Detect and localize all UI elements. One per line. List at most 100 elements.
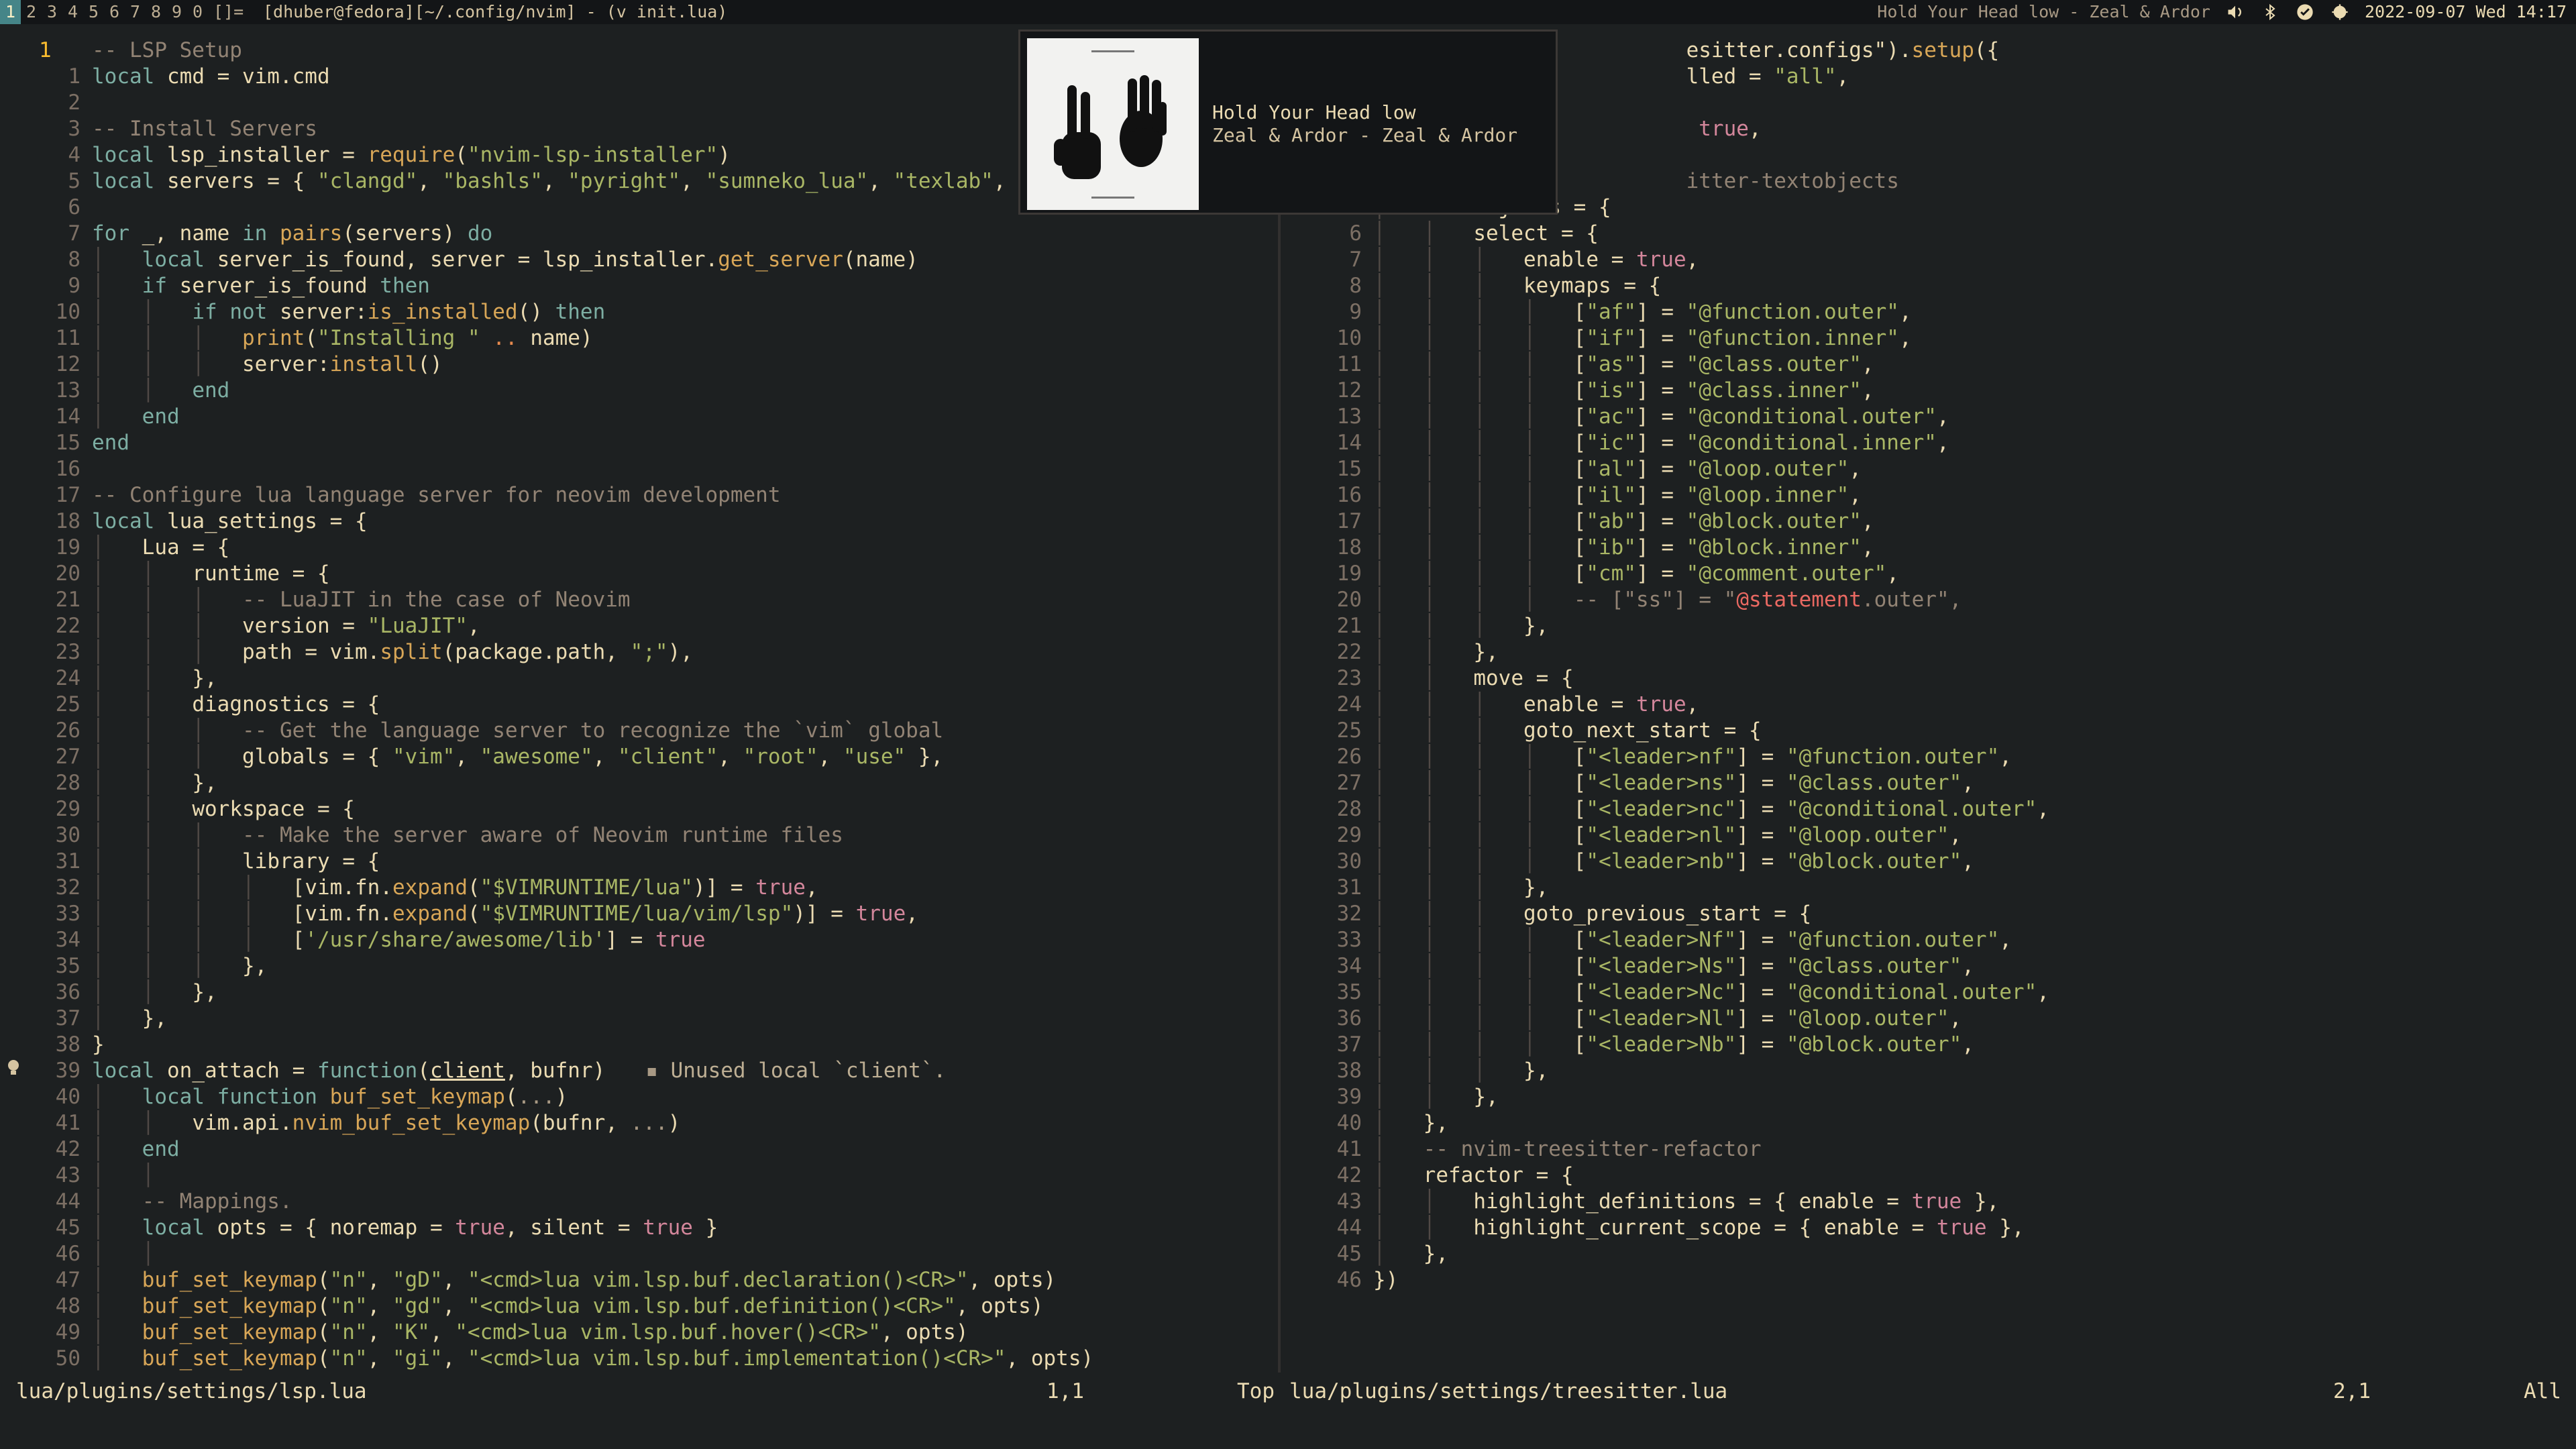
code-line[interactable]: 44 │ │ highlight_current_scope = { enable…: [1281, 1215, 2576, 1241]
code-line[interactable]: 24 │ │ },: [0, 665, 1278, 692]
tag-7[interactable]: 7: [125, 0, 146, 24]
code-line[interactable]: 16: [0, 456, 1278, 482]
code-text[interactable]: │ │ },: [80, 979, 217, 1006]
code-text[interactable]: │ │ │ version = "LuaJIT",: [80, 613, 480, 639]
code-line[interactable]: 20 │ │ runtime = {: [0, 561, 1278, 587]
code-text[interactable]: │ │ │ goto_next_start = {: [1362, 718, 1762, 744]
code-text[interactable]: │ },: [1362, 1110, 1448, 1136]
code-line[interactable]: 26 │ │ │ │ ["<leader>nf"] = "@function.ou…: [1281, 744, 2576, 770]
media-notification[interactable]: Hold Your Head low Zeal & Ardor - Zeal &…: [1018, 30, 1558, 215]
code-line[interactable]: 43 │ │: [0, 1163, 1278, 1189]
code-text[interactable]: │ │ diagnostics = {: [80, 692, 380, 718]
code-line[interactable]: 15 │ │ │ │ ["al"] = "@loop.outer",: [1281, 456, 2576, 482]
code-text[interactable]: -- LSP Setup: [80, 38, 242, 64]
code-line[interactable]: 20 │ │ │ │ -- ["ss"] = "@statement.outer"…: [1281, 587, 2576, 613]
code-text[interactable]: │ │ },: [1362, 1084, 1499, 1110]
code-text[interactable]: │ -- nvim-treesitter-refactor: [1362, 1136, 1762, 1163]
code-line[interactable]: 35 │ │ │ },: [0, 953, 1278, 979]
code-text[interactable]: local servers = { "clangd", "bashls", "p…: [80, 168, 1006, 195]
code-line[interactable]: 44 │ -- Mappings.: [0, 1189, 1278, 1215]
editor-pane-left[interactable]: 1 -- LSP Setup 1 local cmd = vim.cmd 2 3 -- In…: [0, 38, 1278, 1373]
code-line[interactable]: 7 │ │ │ enable = true,: [1281, 247, 2576, 273]
code-text[interactable]: │ │ │ │ ["as"] = "@class.outer",: [1362, 352, 1874, 378]
code-text[interactable]: │ │ │ │ ["ic"] = "@conditional.inner",: [1362, 430, 1949, 456]
code-text[interactable]: │ │ │ │ ["<leader>Nc"] = "@conditional.o…: [1362, 979, 2049, 1006]
code-text[interactable]: │ │ runtime = {: [80, 561, 330, 587]
code-line[interactable]: 43 │ │ highlight_definitions = { enable =…: [1281, 1189, 2576, 1215]
code-text[interactable]: │ end: [80, 1136, 180, 1163]
code-text[interactable]: │ │ │ },: [80, 953, 267, 979]
code-text[interactable]: [80, 90, 92, 116]
code-line[interactable]: 10 │ │ │ │ ["if"] = "@function.inner",: [1281, 325, 2576, 352]
code-text[interactable]: │ │ │ },: [1362, 1058, 1548, 1084]
code-text[interactable]: │ │ │ │ ["<leader>nl"] = "@loop.outer",: [1362, 822, 1962, 849]
checkmark-icon[interactable]: [2295, 2, 2315, 22]
pane-splitter[interactable]: [1278, 38, 1281, 1373]
code-line[interactable]: 7 for _, name in pairs(servers) do: [0, 221, 1278, 247]
code-line[interactable]: 33 │ │ │ │ [vim.fn.expand("$VIMRUNTIME/lu…: [0, 901, 1278, 927]
code-line[interactable]: 35 │ │ │ │ ["<leader>Nc"] = "@conditional…: [1281, 979, 2576, 1006]
code-text[interactable]: │ │: [80, 1241, 154, 1267]
code-line[interactable]: 46}): [1281, 1267, 2576, 1293]
code-text[interactable]: │ │ │ keymaps = {: [1362, 273, 1661, 299]
tag-4[interactable]: 4: [62, 0, 83, 24]
code-line[interactable]: 39 │ │ },: [1281, 1084, 2576, 1110]
code-line[interactable]: 23 │ │ move = {: [1281, 665, 2576, 692]
code-line[interactable]: 36 │ │ },: [0, 979, 1278, 1006]
code-line[interactable]: 18 │ │ │ │ ["ib"] = "@block.inner",: [1281, 535, 2576, 561]
code-text[interactable]: │ │ │ │ ["<leader>nc"] = "@conditional.o…: [1362, 796, 2049, 822]
code-line[interactable]: 29 │ │ workspace = {: [0, 796, 1278, 822]
code-text[interactable]: │ │ │ │ ["<leader>Ns"] = "@class.outer",: [1362, 953, 1974, 979]
code-line[interactable]: 39 local on_attach = function(client, buf…: [0, 1058, 1278, 1084]
code-text[interactable]: │ │ │ -- LuaJIT in the case of Neovim: [80, 587, 631, 613]
code-text[interactable]: local cmd = vim.cmd: [80, 64, 330, 90]
code-line[interactable]: 45 │ },: [1281, 1241, 2576, 1267]
code-text[interactable]: │ local server_is_found, server = lsp_in…: [80, 247, 918, 273]
code-line[interactable]: 22 │ │ },: [1281, 639, 2576, 665]
code-line[interactable]: 33 │ │ │ │ ["<leader>Nf"] = "@function.ou…: [1281, 927, 2576, 953]
code-line[interactable]: 32 │ │ │ │ [vim.fn.expand("$VIMRUNTIME/lu…: [0, 875, 1278, 901]
code-line[interactable]: 14 │ │ │ │ ["ic"] = "@conditional.inner",: [1281, 430, 2576, 456]
code-text[interactable]: │ │ │ -- Get the language server to reco…: [80, 718, 943, 744]
code-line[interactable]: 8 │ │ │ keymaps = {: [1281, 273, 2576, 299]
code-text[interactable]: │ │ │ │ ["<leader>nf"] = "@function.oute…: [1362, 744, 2012, 770]
code-text[interactable]: │ │ │ │ ["<leader>ns"] = "@class.outer",: [1362, 770, 1974, 796]
code-line[interactable]: 6 │ │ select = {: [1281, 221, 2576, 247]
code-line[interactable]: 10 │ │ if not server:is_installed() then: [0, 299, 1278, 325]
volume-icon[interactable]: [2225, 2, 2245, 22]
code-text[interactable]: │ │ │ },: [1362, 875, 1548, 901]
lightbulb-icon[interactable]: [0, 1058, 27, 1084]
code-text[interactable]: │ │ move = {: [1362, 665, 1574, 692]
code-text[interactable]: │ },: [80, 1006, 167, 1032]
code-text[interactable]: [80, 456, 92, 482]
code-line[interactable]: 49 │ buf_set_keymap("n", "K", "<cmd>lua v…: [0, 1320, 1278, 1346]
code-line[interactable]: 21 │ │ │ -- LuaJIT in the case of Neovim: [0, 587, 1278, 613]
code-line[interactable]: 30 │ │ │ -- Make the server aware of Neov…: [0, 822, 1278, 849]
now-playing-text[interactable]: Hold Your Head low - Zeal & Ardor: [1877, 0, 2210, 24]
code-text[interactable]: │ │ │ path = vim.split(package.path, ";"…: [80, 639, 693, 665]
code-line[interactable]: 50 │ buf_set_keymap("n", "gi", "<cmd>lua …: [0, 1346, 1278, 1372]
code-text[interactable]: │ -- Mappings.: [80, 1189, 292, 1215]
code-text[interactable]: │ │ │ goto_previous_start = {: [1362, 901, 1811, 927]
code-text[interactable]: │ │ │ │ ["if"] = "@function.inner",: [1362, 325, 1912, 352]
code-text[interactable]: │ buf_set_keymap("n", "gi", "<cmd>lua vi…: [80, 1346, 1093, 1372]
code-text[interactable]: -- Configure lua language server for neo…: [80, 482, 781, 508]
code-line[interactable]: 28 │ │ │ │ ["<leader>nc"] = "@conditional…: [1281, 796, 2576, 822]
code-text[interactable]: │ │ │ enable = true,: [1362, 692, 1699, 718]
code-line[interactable]: 11 │ │ │ │ ["as"] = "@class.outer",: [1281, 352, 2576, 378]
code-line[interactable]: 21 │ │ │ },: [1281, 613, 2576, 639]
code-line[interactable]: 15 end: [0, 430, 1278, 456]
updates-icon[interactable]: [2330, 2, 2350, 22]
code-text[interactable]: │ │ │ │ ["is"] = "@class.inner",: [1362, 378, 1874, 404]
code-text[interactable]: │ │ │ │ [vim.fn.expand("$VIMRUNTIME/lua/…: [80, 901, 918, 927]
code-text[interactable]: │ },: [1362, 1241, 1448, 1267]
code-text[interactable]: │ if server_is_found then: [80, 273, 430, 299]
code-line[interactable]: 14 │ end: [0, 404, 1278, 430]
clock[interactable]: 2022-09-07 Wed 14:17: [2365, 0, 2567, 24]
code-text[interactable]: end: [80, 430, 129, 456]
code-line[interactable]: 9 │ if server_is_found then: [0, 273, 1278, 299]
code-text[interactable]: │ │ │ │ ["al"] = "@loop.outer",: [1362, 456, 1862, 482]
code-text[interactable]: │ │ │ │ [vim.fn.expand("$VIMRUNTIME/lua"…: [80, 875, 818, 901]
code-text[interactable]: [80, 195, 92, 221]
code-text[interactable]: │ Lua = {: [80, 535, 229, 561]
